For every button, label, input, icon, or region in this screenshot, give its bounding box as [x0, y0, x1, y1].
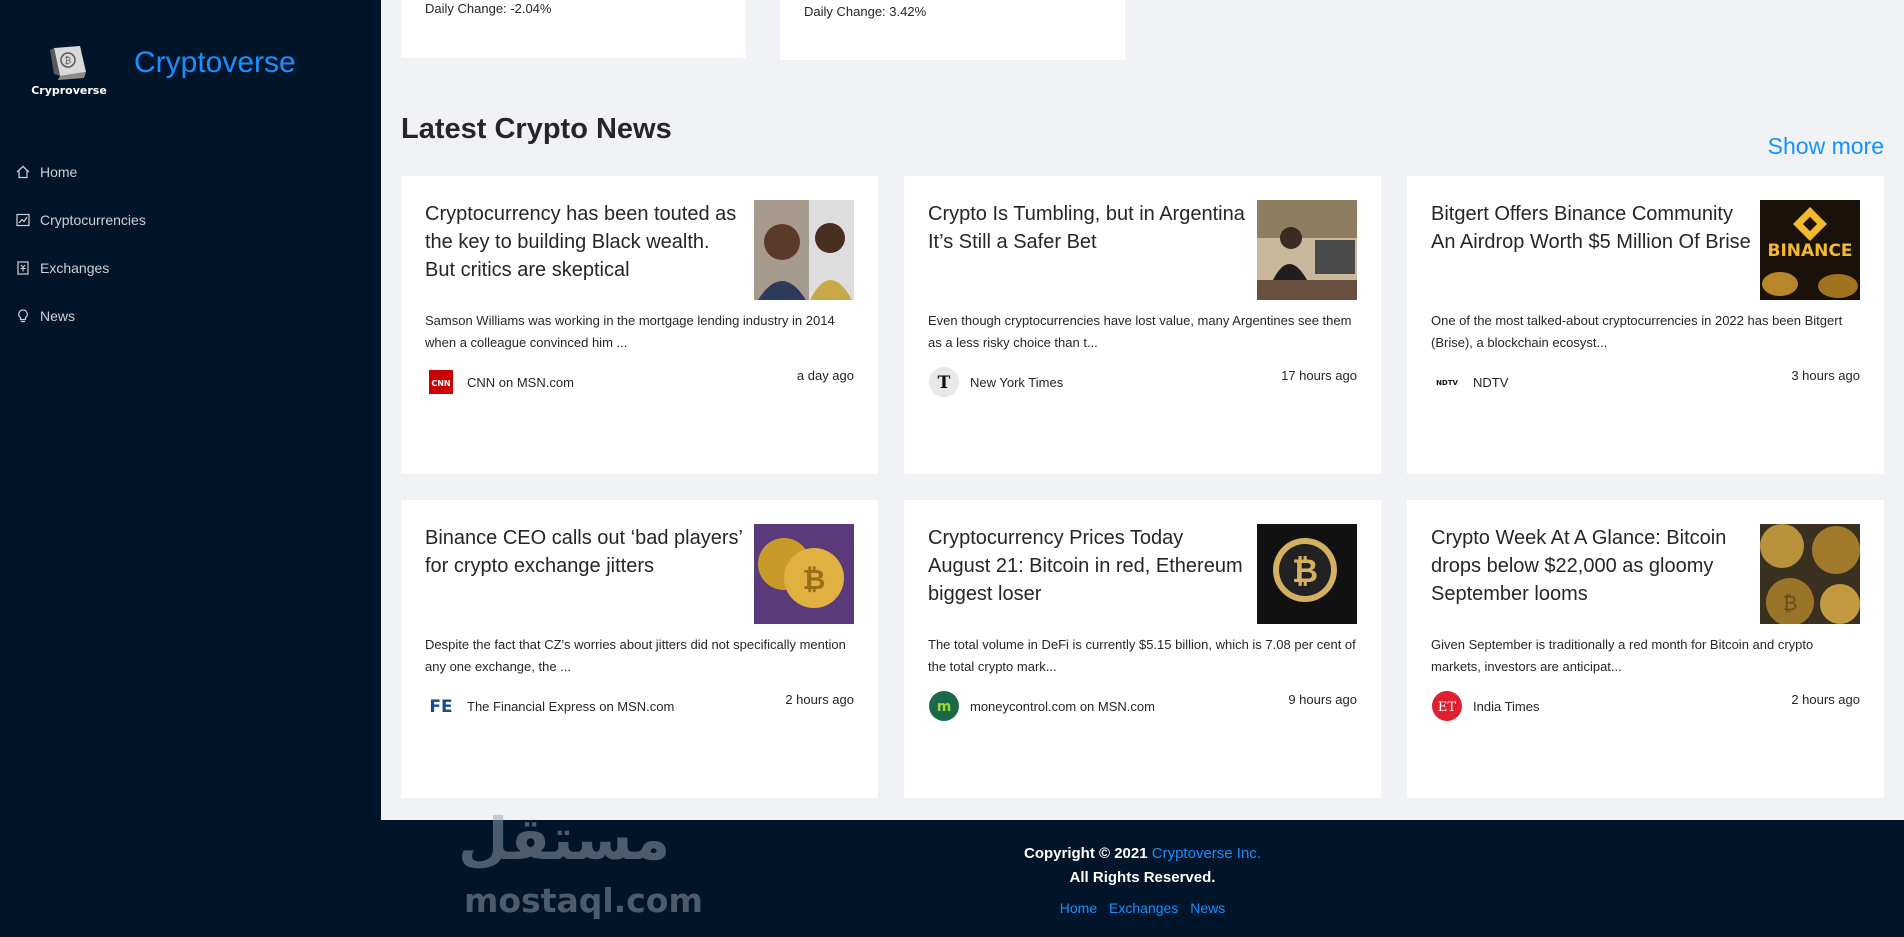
section-title: Latest Crypto News	[401, 113, 672, 145]
news-card[interactable]: Binance CEO calls out ‘bad players’ for …	[401, 500, 878, 798]
svg-text:₿: ₿	[1783, 591, 1798, 615]
news-description: One of the most talked-about cryptocurre…	[1431, 313, 1843, 350]
home-icon	[16, 165, 30, 179]
sidebar-item-label: Cryptocurrencies	[40, 212, 146, 228]
sidebar-item-label: Home	[40, 164, 78, 180]
show-more-link[interactable]: Show more	[1768, 133, 1884, 160]
daily-change-text: Daily Change: -2.04%	[425, 1, 552, 16]
news-title[interactable]: Binance CEO calls out ‘bad players’ for …	[425, 524, 745, 580]
watermark-arabic: مستقل	[458, 805, 671, 873]
fe-logo: FE	[429, 697, 452, 717]
provider-name: CNN on MSN.com	[467, 374, 574, 390]
nyt-logo: T	[929, 367, 959, 397]
news-provider: NDTV NDTV	[1431, 366, 1508, 398]
news-time: a day ago	[796, 368, 854, 383]
news-thumbnail	[754, 200, 854, 300]
news-time: 3 hours ago	[1791, 368, 1860, 383]
svg-text:CNN: CNN	[431, 379, 450, 388]
watermark: مستقل mostaql.com	[458, 805, 718, 925]
news-card[interactable]: Crypto Is Tumbling, but in Argentina It’…	[904, 176, 1381, 474]
fund-icon	[16, 213, 30, 227]
logo-image[interactable]: ₿ Cryproverse	[28, 40, 110, 106]
logo-area: ₿ Cryproverse Cryptoverse	[28, 40, 328, 110]
provider-name: The Financial Express on MSN.com	[467, 698, 675, 714]
svg-text:ET: ET	[1438, 700, 1456, 715]
news-provider: T New York Times	[928, 366, 1063, 398]
rights-text: All Rights Reserved.	[1069, 869, 1216, 886]
news-thumbnail: ₿	[1257, 524, 1357, 624]
moneycontrol-logo: m	[929, 691, 959, 721]
svg-text:m: m	[937, 699, 952, 715]
et-logo: ET	[1432, 691, 1462, 721]
news-time: 2 hours ago	[785, 692, 854, 707]
sidebar-item-cryptocurrencies[interactable]: Cryptocurrencies	[0, 196, 381, 244]
provider-name: NDTV	[1473, 374, 1509, 390]
svg-text:FE: FE	[429, 697, 452, 717]
money-collect-icon	[17, 261, 29, 275]
main-content: Daily Change: -2.04% Daily Change: 3.42%…	[381, 0, 1904, 820]
news-title[interactable]: Bitgert Offers Binance Community An Aird…	[1431, 200, 1751, 256]
provider-name: India Times	[1473, 698, 1540, 714]
svg-text:₿: ₿	[1292, 552, 1318, 590]
svg-text:NDTV: NDTV	[1436, 379, 1458, 387]
news-time: 9 hours ago	[1288, 692, 1357, 707]
footer-link-home[interactable]: Home	[1060, 900, 1097, 916]
sidebar-item-label: News	[40, 308, 76, 324]
news-time: 2 hours ago	[1791, 692, 1860, 707]
news-title[interactable]: Crypto Week At A Glance: Bitcoin drops b…	[1431, 524, 1751, 608]
stat-card: Daily Change: 3.42%	[780, 0, 1125, 60]
news-title[interactable]: Cryptocurrency has been touted as the ke…	[425, 200, 745, 284]
copyright-prefix: Copyright © 2021	[1024, 845, 1148, 862]
news-description: Despite the fact that CZ's worries about…	[425, 637, 846, 674]
ndtv-logo: NDTV	[1436, 379, 1458, 387]
brand-title[interactable]: Cryptoverse	[134, 46, 296, 80]
sidebar-item-news[interactable]: News	[0, 292, 381, 340]
svg-text:T: T	[938, 373, 951, 393]
watermark-latin: mostaql.com	[464, 881, 703, 920]
news-provider: m moneycontrol.com on MSN.com	[928, 690, 1155, 722]
logo-text: Cryproverse	[31, 84, 107, 97]
daily-change-text: Daily Change: 3.42%	[804, 4, 927, 19]
sidebar-item-exchanges[interactable]: Exchanges	[0, 244, 381, 292]
cnn-logo: CNN	[429, 370, 453, 394]
sidebar-item-label: Exchanges	[40, 260, 110, 276]
news-card[interactable]: Bitgert Offers Binance Community An Aird…	[1407, 176, 1884, 474]
news-description: Samson Williams was working in the mortg…	[425, 313, 835, 350]
news-description: Even though cryptocurrencies have lost v…	[928, 313, 1352, 350]
footer-link-news[interactable]: News	[1190, 900, 1225, 916]
sidebar-item-home[interactable]: Home	[0, 148, 381, 196]
news-title[interactable]: Cryptocurrency Prices Today August 21: B…	[928, 524, 1248, 608]
news-card[interactable]: Cryptocurrency has been touted as the ke…	[401, 176, 878, 474]
cube-logo-icon: ₿	[50, 46, 86, 80]
copyright-link[interactable]: Cryptoverse Inc.	[1152, 845, 1261, 862]
news-card[interactable]: Crypto Week At A Glance: Bitcoin drops b…	[1407, 500, 1884, 798]
sidebar: ₿ Cryproverse Cryptoverse Home Cryptocur…	[0, 0, 381, 937]
provider-name: New York Times	[970, 374, 1064, 390]
news-time: 17 hours ago	[1281, 368, 1357, 383]
provider-name: moneycontrol.com on MSN.com	[970, 698, 1155, 714]
news-thumbnail: ₿	[754, 524, 854, 624]
news-thumbnail: BINANCE	[1760, 200, 1860, 300]
news-description: Given September is traditionally a red m…	[1431, 637, 1814, 674]
news-thumbnail: ₿	[1760, 524, 1860, 624]
stat-card: Daily Change: -2.04%	[401, 0, 746, 58]
svg-text:BINANCE: BINANCE	[1768, 241, 1853, 261]
news-title[interactable]: Crypto Is Tumbling, but in Argentina It’…	[928, 200, 1248, 256]
news-thumbnail	[1257, 200, 1357, 300]
news-provider: CNN CNN on MSN.com	[425, 366, 574, 398]
svg-text:₿: ₿	[65, 56, 72, 67]
footer-link-exchanges[interactable]: Exchanges	[1109, 900, 1178, 916]
news-card[interactable]: Cryptocurrency Prices Today August 21: B…	[904, 500, 1381, 798]
svg-text:₿: ₿	[803, 563, 826, 596]
bulb-icon	[18, 309, 28, 323]
news-description: The total volume in DeFi is currently $5…	[928, 637, 1356, 674]
news-provider: FE The Financial Express on MSN.com	[425, 690, 674, 722]
sidebar-menu: Home Cryptocurrencies Exchanges News	[0, 148, 381, 340]
news-provider: ET India Times	[1431, 690, 1539, 722]
